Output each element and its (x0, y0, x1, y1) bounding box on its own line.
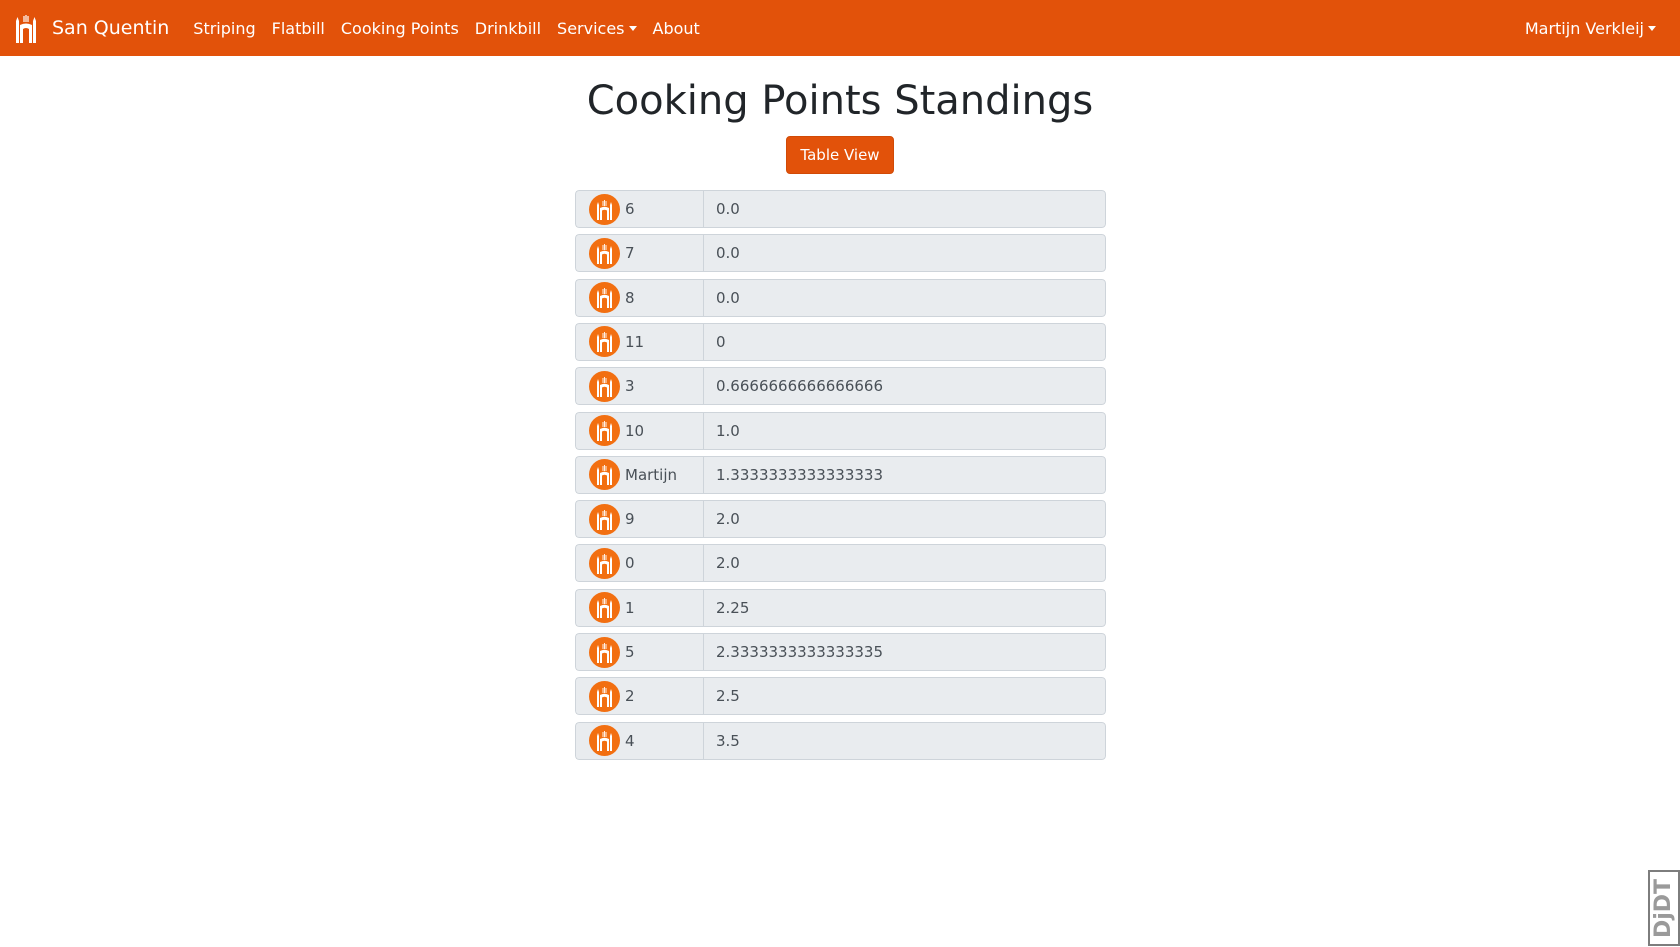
participant-cell: 6 (575, 190, 703, 228)
nav-flatbill[interactable]: Flatbill (272, 19, 325, 38)
cooking-points-value: 2.0 (703, 500, 1106, 539)
participant-cell: 9 (575, 500, 703, 539)
participant-name: 6 (625, 200, 635, 218)
building-gate-icon (597, 288, 612, 309)
top-navbar: San Quentin Striping Flatbill Cooking Po… (0, 0, 1680, 56)
participant-name: 2 (625, 687, 635, 706)
main-nav: Striping Flatbill Cooking Points Drinkbi… (193, 19, 716, 38)
participant-name: 0 (625, 554, 635, 573)
building-gate-icon (597, 421, 612, 441)
avatar (589, 237, 620, 269)
participant-cell: 4 (575, 721, 703, 760)
participant-cell: 1 (575, 588, 703, 627)
participant-cell: 10 (575, 411, 703, 450)
avatar (589, 680, 620, 712)
participant-cell: 11 (575, 322, 703, 361)
cooking-points-value: 0 (703, 322, 1106, 361)
cooking-points-value: 2.0 (703, 544, 1106, 583)
debug-toolbar-label: DjDT (1651, 878, 1677, 938)
participant-cell: 2 (575, 677, 703, 716)
standings-row: 7 0.0 (575, 234, 1106, 273)
participant-name: Martijn (625, 465, 678, 484)
building-gate-icon (597, 686, 612, 707)
participant-name: 10 (625, 421, 645, 440)
avatar (589, 326, 620, 358)
cooking-points-value: 2.25 (703, 588, 1106, 627)
standings-row: Martijn 1.3333333333333333 (575, 455, 1106, 494)
standings-row: 5 2.3333333333333335 (575, 633, 1106, 671)
standings-row: 9 2.0 (575, 500, 1106, 539)
cooking-points-value: 0.0 (703, 234, 1106, 273)
standings-row: 4 3.5 (575, 721, 1106, 760)
table-view-button[interactable]: Table View (786, 136, 894, 174)
caret-down-icon (628, 25, 637, 31)
participant-name: 5 (625, 643, 635, 661)
participant-name: 8 (625, 288, 635, 307)
standings-row: 11 0 (575, 322, 1106, 361)
caret-down-icon (1648, 25, 1656, 31)
participant-name: 1 (625, 598, 635, 617)
brand-link[interactable]: San Quentin (14, 13, 169, 43)
standings-row: 0 2.0 (575, 544, 1106, 583)
participant-cell: 3 (575, 367, 703, 406)
building-gate-icon (597, 509, 612, 530)
avatar (589, 193, 620, 225)
avatar (589, 503, 620, 535)
user-menu-dropdown[interactable]: Martijn Verkleij (1525, 0, 1656, 56)
nav-services-dropdown[interactable]: Services (557, 18, 637, 38)
building-gate-icon (597, 731, 612, 752)
standings-row: 10 1.0 (575, 411, 1106, 450)
building-gate-icon (597, 199, 612, 220)
building-gate-icon (597, 465, 612, 486)
building-gate-icon (597, 642, 612, 663)
standings-row: 6 0.0 (575, 190, 1106, 228)
participant-cell: 7 (575, 234, 703, 273)
avatar (589, 592, 620, 624)
participant-name: 4 (625, 731, 635, 750)
avatar (589, 459, 620, 491)
participant-name: 3 (625, 377, 635, 396)
building-gate-icon (597, 243, 612, 264)
brand-name: San Quentin (52, 17, 170, 39)
cooking-points-value: 2.3333333333333335 (703, 633, 1106, 671)
page-title: Cooking Points Standings (586, 78, 1094, 124)
building-gate-icon (597, 598, 612, 619)
avatar (589, 636, 620, 668)
standings-row: 8 0.0 (575, 278, 1106, 317)
avatar (589, 370, 620, 402)
avatar (589, 282, 620, 314)
nav-cooking-points[interactable]: Cooking Points (341, 19, 459, 38)
cooking-points-value: 0.6666666666666666 (703, 367, 1106, 406)
standings-row: 3 0.6666666666666666 (575, 367, 1106, 406)
participant-name: 9 (625, 510, 635, 529)
cooking-points-value: 2.5 (703, 677, 1106, 716)
avatar (589, 547, 620, 579)
cooking-points-value: 1.0 (703, 411, 1106, 450)
building-gate-icon (597, 332, 612, 353)
participant-cell: Martijn (575, 455, 703, 494)
nav-services-label: Services (557, 18, 625, 38)
cooking-points-value: 3.5 (703, 721, 1106, 760)
nav-striping[interactable]: Striping (193, 19, 255, 38)
participant-name: 7 (625, 244, 635, 263)
standings-row: 1 2.25 (575, 588, 1106, 627)
cooking-points-value: 0.0 (703, 190, 1106, 228)
nav-drinkbill[interactable]: Drinkbill (475, 19, 541, 38)
participant-cell: 5 (575, 633, 703, 671)
standings-row: 2 2.5 (575, 677, 1106, 716)
avatar (589, 725, 620, 757)
participant-name: 11 (625, 332, 645, 351)
avatar (589, 415, 620, 446)
building-gate-icon (597, 553, 612, 574)
cooking-points-value: 1.3333333333333333 (703, 455, 1106, 494)
nav-about[interactable]: About (653, 19, 700, 38)
user-name: Martijn Verkleij (1524, 18, 1644, 38)
building-gate-icon (16, 15, 36, 43)
participant-cell: 0 (575, 544, 703, 583)
debug-toolbar-handle[interactable]: DjDT (1648, 870, 1680, 946)
building-gate-icon (597, 376, 612, 397)
participant-cell: 8 (575, 278, 703, 317)
cooking-points-value: 0.0 (703, 278, 1106, 317)
